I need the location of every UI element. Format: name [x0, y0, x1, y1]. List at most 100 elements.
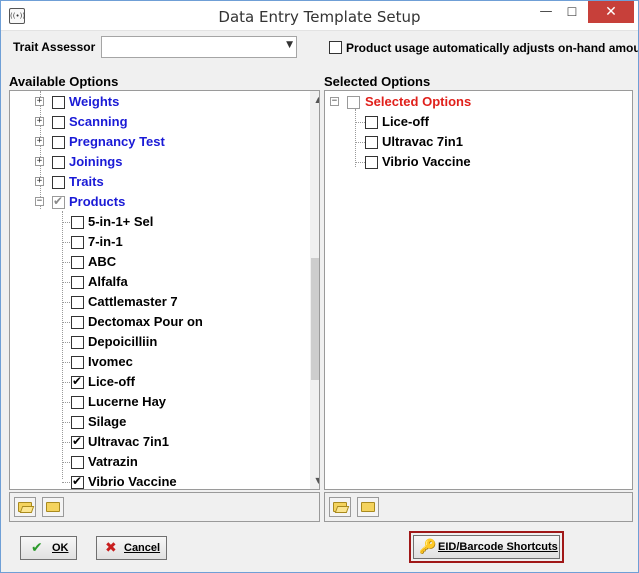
expand-icon[interactable]: + [35, 157, 44, 166]
product-item-label: Cattlemaster 7 [88, 294, 178, 309]
product-item-label: Lucerne Hay [88, 394, 167, 409]
tree-group-scanning[interactable]: + Scanning [10, 113, 319, 133]
selected-item[interactable]: Ultravac 7in1 [325, 133, 632, 153]
tree-group-products[interactable]: − Products [10, 193, 319, 213]
product-item[interactable]: 5-in-1+ Sel [10, 213, 319, 233]
product-item-label: Alfalfa [88, 274, 128, 289]
selected-options-tree[interactable]: − Selected Options Lice-off Ultravac 7in1… [324, 90, 633, 490]
product-item-checkbox[interactable] [71, 396, 84, 409]
selected-item-label: Ultravac 7in1 [382, 134, 463, 149]
available-toolbar [9, 492, 320, 522]
tree-group-products-checkbox[interactable] [52, 194, 65, 209]
product-item-checkbox[interactable] [71, 416, 84, 429]
expand-icon[interactable]: + [35, 117, 44, 126]
product-item-checkbox[interactable] [71, 474, 84, 489]
tree-group-weights-checkbox[interactable] [52, 96, 65, 109]
available-scrollbar[interactable]: ▲ ▼ [310, 91, 319, 489]
product-item-label: 7-in-1 [88, 234, 123, 249]
selected-item-checkbox[interactable] [365, 116, 378, 129]
tree-group-pregnancy-test[interactable]: + Pregnancy Test [10, 133, 319, 153]
product-item-checkbox[interactable] [71, 456, 84, 469]
selected-item[interactable]: Vibrio Vaccine [325, 153, 632, 173]
product-item-label: Silage [88, 414, 127, 429]
available-options-tree[interactable]: + Weights + Scanning + Pregnancy Test + Joining… [9, 90, 320, 490]
tree-group-weights-label: Weights [69, 94, 120, 109]
folder-icon [46, 502, 60, 512]
product-item-checkbox[interactable] [71, 434, 84, 449]
product-item[interactable]: Dectomax Pour on [10, 313, 319, 333]
selected-options-heading: Selected Options [324, 74, 431, 89]
tree-group-traits[interactable]: + Traits [10, 173, 319, 193]
product-item-checkbox[interactable] [71, 356, 84, 369]
tree-group-joinings[interactable]: + Joinings [10, 153, 319, 173]
cancel-x-icon: ✖ [105, 540, 117, 556]
scroll-down-icon[interactable]: ▼ [310, 472, 319, 489]
scroll-thumb[interactable] [311, 258, 319, 380]
tree-group-products-label: Products [69, 194, 126, 209]
tree-group-weights[interactable]: + Weights [10, 93, 319, 113]
maximize-button[interactable]: ☐ [559, 1, 585, 23]
product-item-label: Ultravac 7in1 [88, 434, 169, 449]
auto-adjust-checkbox[interactable] [329, 41, 342, 54]
selected-item-checkbox[interactable] [365, 156, 378, 169]
ok-button[interactable]: ✔ OK [20, 536, 77, 560]
chevron-down-icon[interactable]: ▼ [286, 40, 293, 50]
tree-group-pregnancy-test-checkbox[interactable] [52, 136, 65, 149]
tree-group-traits-checkbox[interactable] [52, 176, 65, 189]
cancel-button[interactable]: ✖ Cancel [96, 536, 167, 560]
cancel-label: Cancel [124, 542, 161, 554]
product-item[interactable]: Silage [10, 413, 319, 433]
check-icon: ✔ [31, 540, 43, 556]
selected-root-label: Selected Options [365, 94, 472, 109]
product-item-checkbox[interactable] [71, 336, 84, 349]
title-bar: ((•)) Data Entry Template Setup — ☐ ✕ [1, 1, 638, 31]
trait-assessor-select[interactable]: ▼ [101, 36, 297, 58]
folder-icon [361, 502, 375, 512]
product-item[interactable]: Alfalfa [10, 273, 319, 293]
collapse-icon[interactable]: − [35, 197, 44, 206]
collapse-all-button[interactable] [42, 497, 64, 517]
minimize-button[interactable]: — [533, 1, 559, 23]
product-item[interactable]: Ultravac 7in1 [10, 433, 319, 453]
product-item[interactable]: ABC [10, 253, 319, 273]
product-item-checkbox[interactable] [71, 256, 84, 269]
collapse-all-button[interactable] [357, 497, 379, 517]
tree-group-joinings-checkbox[interactable] [52, 156, 65, 169]
expand-all-button[interactable] [329, 497, 351, 517]
product-item-checkbox[interactable] [71, 296, 84, 309]
expand-icon[interactable]: + [35, 137, 44, 146]
product-item-label: Vatrazin [88, 454, 138, 469]
selected-item-checkbox[interactable] [365, 136, 378, 149]
expand-icon[interactable]: + [35, 177, 44, 186]
folder-open-icon [333, 502, 347, 512]
tree-group-scanning-checkbox[interactable] [52, 116, 65, 129]
product-item-checkbox[interactable] [71, 276, 84, 289]
product-item-label: 5-in-1+ Sel [88, 214, 154, 229]
product-item-checkbox[interactable] [71, 236, 84, 249]
selected-root-checkbox[interactable] [347, 96, 360, 109]
ok-label: OK [52, 542, 69, 554]
expand-icon[interactable]: + [35, 97, 44, 106]
scroll-up-icon[interactable]: ▲ [310, 91, 319, 108]
product-item[interactable]: Cattlemaster 7 [10, 293, 319, 313]
collapse-icon[interactable]: − [330, 97, 339, 106]
product-item[interactable]: 7-in-1 [10, 233, 319, 253]
product-item[interactable]: Ivomec [10, 353, 319, 373]
product-item[interactable]: Vibrio Vaccine [10, 473, 319, 489]
auto-adjust-label: Product usage automatically adjusts on-h… [346, 41, 638, 55]
product-item-checkbox[interactable] [71, 216, 84, 229]
selected-item[interactable]: Lice-off [325, 113, 632, 133]
product-item[interactable]: Lucerne Hay [10, 393, 319, 413]
close-button[interactable]: ✕ [588, 1, 634, 23]
product-item-label: Lice-off [88, 374, 135, 389]
expand-all-button[interactable] [14, 497, 36, 517]
product-item-checkbox[interactable] [71, 374, 84, 389]
available-options-heading: Available Options [9, 74, 119, 89]
tree-group-scanning-label: Scanning [69, 114, 128, 129]
selected-root-node[interactable]: − Selected Options [325, 93, 632, 113]
product-item-checkbox[interactable] [71, 316, 84, 329]
eid-barcode-shortcuts-button[interactable]: 🔑 EID/Barcode Shortcuts [413, 535, 560, 559]
product-item[interactable]: Depoicilliin [10, 333, 319, 353]
product-item[interactable]: Lice-off [10, 373, 319, 393]
product-item[interactable]: Vatrazin [10, 453, 319, 473]
